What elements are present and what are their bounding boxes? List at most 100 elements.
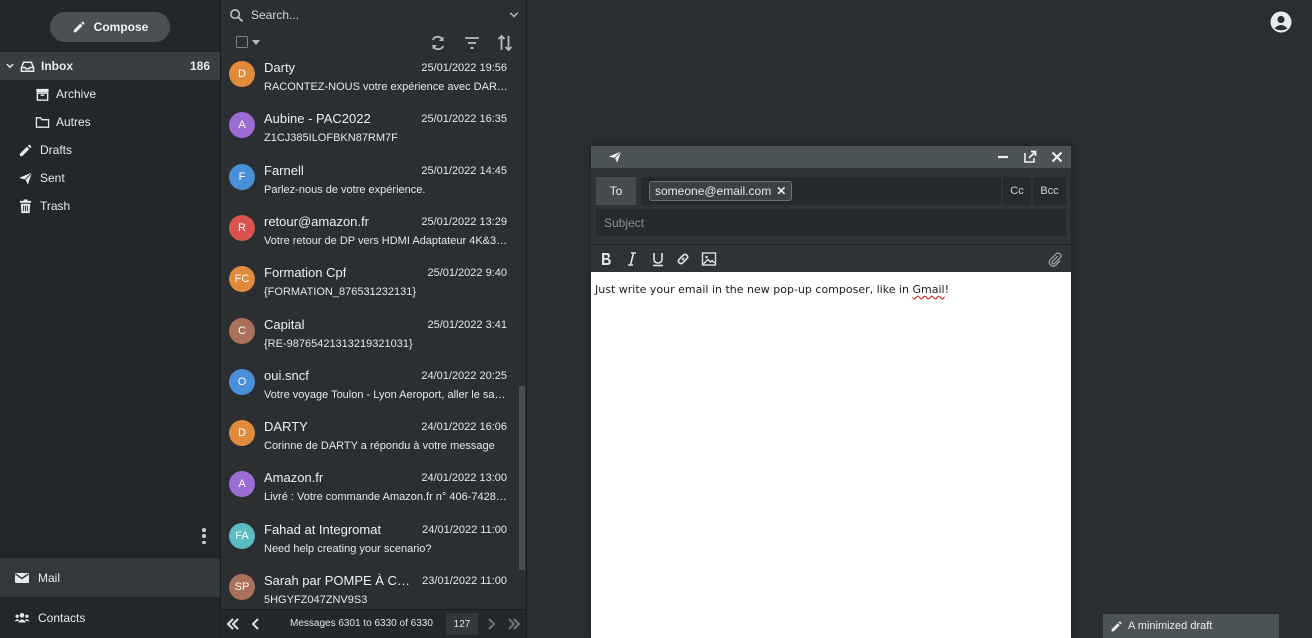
image-icon[interactable] bbox=[701, 251, 717, 267]
pencil-icon bbox=[19, 144, 32, 156]
message-subject: Votre retour de DP vers HDMI Adaptateur … bbox=[264, 234, 508, 247]
subject-input[interactable] bbox=[596, 209, 1066, 236]
remove-recipient-icon[interactable]: ✕ bbox=[776, 184, 786, 198]
message-row[interactable]: D Darty 25/01/2022 19:56 RACONTEZ-NOUS votr… bbox=[221, 56, 517, 107]
to-button[interactable]: To bbox=[596, 177, 636, 205]
message-sender: Capital bbox=[264, 316, 305, 332]
sort-icon[interactable] bbox=[496, 34, 514, 52]
inbox-icon bbox=[20, 61, 35, 72]
message-row[interactable]: F Farnell 25/01/2022 14:45 Parlez-nous de v… bbox=[221, 159, 517, 210]
previous-page-icon[interactable] bbox=[248, 616, 264, 632]
folder-icon bbox=[35, 116, 50, 128]
sidebar-item-sent[interactable]: Sent bbox=[0, 164, 220, 192]
next-page-icon[interactable] bbox=[483, 616, 499, 632]
message-date: 24/01/2022 20:25 bbox=[421, 369, 507, 382]
message-row[interactable]: D DARTY 24/01/2022 16:06 Corinne de DARTY a… bbox=[221, 415, 517, 466]
message-date: 25/01/2022 3:41 bbox=[427, 318, 507, 331]
minimized-draft-tab[interactable]: A minimized draft bbox=[1103, 614, 1279, 638]
message-date: 24/01/2022 11:00 bbox=[422, 523, 507, 536]
refresh-icon[interactable] bbox=[429, 34, 447, 52]
select-menu-caret-icon[interactable] bbox=[252, 40, 260, 45]
message-row[interactable]: A Aubine - PAC2022 25/01/2022 16:35 Z1CJ385… bbox=[221, 107, 517, 158]
sender-avatar: C bbox=[229, 317, 255, 344]
message-row[interactable]: A Amazon.fr 24/01/2022 13:00 Livré : Votre … bbox=[221, 466, 517, 517]
contacts-icon bbox=[14, 613, 30, 623]
scrollbar[interactable] bbox=[518, 56, 526, 609]
list-toolbar bbox=[221, 30, 526, 56]
last-page-icon[interactable] bbox=[506, 616, 522, 632]
close-icon[interactable] bbox=[1050, 150, 1064, 164]
nav-mail[interactable]: Mail bbox=[0, 557, 220, 597]
nav-contacts[interactable]: Contacts bbox=[0, 598, 220, 638]
message-date: 25/01/2022 16:35 bbox=[421, 113, 507, 126]
message-row[interactable]: Rretour@amazon.fr 25/01/2022 13:29 Votre r… bbox=[221, 210, 517, 261]
composer-window: To someone@email.com ✕ Cc Bcc Just write… bbox=[591, 146, 1071, 638]
minimize-icon[interactable] bbox=[996, 150, 1010, 164]
pagination-bar: Messages 6301 to 6330 of 6330 bbox=[221, 609, 526, 638]
scrollbar-thumb[interactable] bbox=[519, 386, 525, 570]
page-number-input[interactable] bbox=[446, 613, 478, 635]
message-date: 25/01/2022 9:40 bbox=[427, 267, 507, 280]
first-page-icon[interactable] bbox=[225, 616, 241, 632]
sender-avatar: F bbox=[229, 163, 255, 190]
message-row[interactable]: C Capital 25/01/2022 3:41 {RE-9876542131321… bbox=[221, 313, 517, 364]
chevron-down-icon[interactable] bbox=[508, 9, 520, 21]
italic-icon[interactable] bbox=[624, 251, 640, 267]
message-sender: Darty bbox=[264, 60, 296, 75]
send-icon[interactable] bbox=[608, 150, 622, 164]
message-row[interactable]: FA Fahad at Integromat 24/01/2022 11:00 Nee… bbox=[221, 518, 517, 569]
message-sender: Formation Cpf bbox=[264, 265, 347, 281]
filter-icon[interactable] bbox=[463, 34, 481, 52]
bcc-button[interactable]: Bcc bbox=[1033, 177, 1066, 205]
select-all-checkbox[interactable] bbox=[236, 36, 248, 48]
message-sender: Farnell bbox=[264, 162, 304, 178]
more-options-icon[interactable] bbox=[198, 526, 210, 546]
expand-icon[interactable] bbox=[1023, 150, 1037, 164]
account-avatar-icon[interactable] bbox=[1270, 11, 1292, 33]
message-subject: {RE-98765421313219321031} bbox=[264, 337, 413, 350]
message-date: 25/01/2022 19:56 bbox=[421, 62, 507, 74]
recipient-email: someone@email.com bbox=[655, 184, 772, 198]
envelope-icon bbox=[15, 572, 29, 583]
pencil-icon bbox=[1111, 620, 1122, 631]
formatting-toolbar bbox=[591, 244, 1071, 272]
message-row[interactable]: FC Formation Cpf 25/01/2022 9:40 {FORMATION… bbox=[221, 261, 517, 312]
underline-icon[interactable] bbox=[650, 251, 666, 267]
sender-avatar: O bbox=[229, 368, 255, 395]
cc-button[interactable]: Cc bbox=[1003, 177, 1031, 205]
sidebar-item-inbox[interactable]: Inbox 186 bbox=[0, 52, 220, 80]
message-body-editor[interactable]: Just write your email in the new pop-up … bbox=[591, 272, 1071, 638]
sidebar-item-autres[interactable]: Autres bbox=[0, 108, 220, 136]
compose-label: Compose bbox=[93, 20, 149, 34]
minimized-draft-label: A minimized draft bbox=[1128, 620, 1213, 632]
message-sender: Amazon.fr bbox=[264, 470, 324, 486]
bold-icon[interactable] bbox=[598, 251, 614, 267]
sender-avatar: D bbox=[229, 420, 255, 447]
search-input[interactable]: Search... bbox=[251, 8, 299, 22]
to-field[interactable]: someone@email.com ✕ bbox=[641, 177, 1001, 205]
message-sender: Sarah par POMPE À C… bbox=[264, 573, 409, 588]
sender-avatar: A bbox=[229, 112, 255, 139]
sender-avatar: R bbox=[229, 214, 255, 241]
sidebar-item-label: Inbox bbox=[41, 59, 73, 73]
sender-avatar: A bbox=[229, 471, 255, 498]
pencil-icon bbox=[73, 21, 85, 33]
link-icon[interactable] bbox=[675, 251, 691, 267]
message-date: 25/01/2022 14:45 bbox=[421, 164, 507, 177]
sidebar-item-drafts[interactable]: Drafts bbox=[0, 136, 220, 164]
recipient-chip[interactable]: someone@email.com ✕ bbox=[649, 181, 793, 201]
message-date: 23/01/2022 11:00 bbox=[422, 575, 507, 587]
chevron-down-icon[interactable] bbox=[5, 61, 15, 71]
sidebar-item-trash[interactable]: Trash bbox=[0, 192, 220, 220]
sidebar-item-archive[interactable]: Archive bbox=[0, 80, 220, 108]
attachment-icon[interactable] bbox=[1047, 251, 1063, 267]
sender-avatar: D bbox=[229, 61, 255, 87]
composer-header[interactable] bbox=[591, 146, 1071, 168]
trash-icon bbox=[19, 198, 32, 213]
search-bar[interactable]: Search... bbox=[221, 0, 526, 30]
message-row[interactable]: Ooui.sncf 24/01/2022 20:25 Votre voyage To… bbox=[221, 364, 517, 415]
misspelled-word: Gmail bbox=[912, 283, 945, 296]
message-row[interactable]: SP Sarah par POMPE À C… 23/01/2022 11:00 5H… bbox=[221, 569, 517, 609]
compose-button[interactable]: Compose bbox=[50, 12, 170, 42]
message-sender: retour@amazon.fr bbox=[264, 213, 369, 229]
